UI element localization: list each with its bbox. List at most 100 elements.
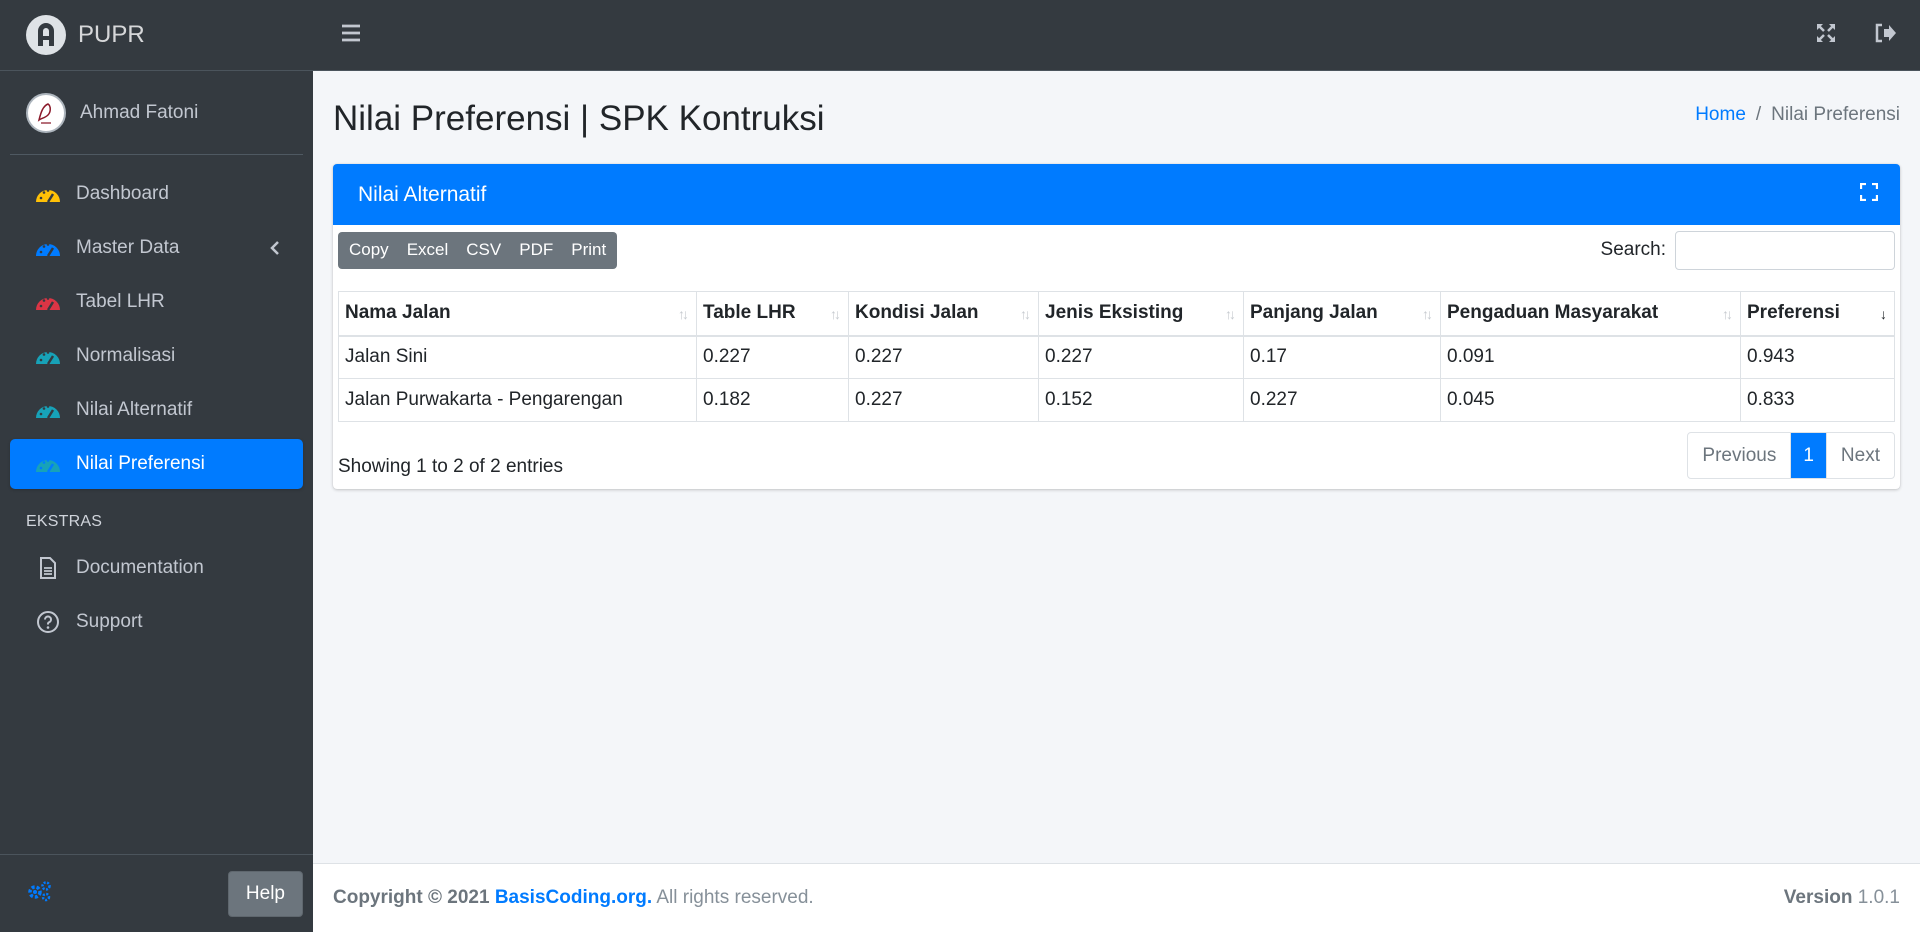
sort-icon: ↑↓ xyxy=(678,306,689,322)
excel-button[interactable]: Excel xyxy=(398,240,458,260)
sidebar-item-label: Support xyxy=(76,611,143,632)
cell-panjang-jalan: 0.227 xyxy=(1243,378,1441,422)
sidebar-item-tabel-lhr[interactable]: Tabel LHR xyxy=(10,277,303,327)
cell-table-lhr: 0.227 xyxy=(696,335,849,379)
rights-text: All rights reserved. xyxy=(656,887,814,908)
sidebar-item-nilai-preferensi[interactable]: Nilai Preferensi xyxy=(10,439,303,489)
table-info: Showing 1 to 2 of 2 entries xyxy=(338,455,563,477)
logout-icon[interactable] xyxy=(1874,23,1896,48)
nilai-alternatif-gauge-icon xyxy=(34,398,62,422)
sidebar-item-label: Master Data xyxy=(76,237,180,258)
copyright-text: Copyright © 2021 BasisCoding.org. All ri… xyxy=(333,887,814,909)
column-header-panjang-jalan[interactable]: Panjang Jalan ↑↓ xyxy=(1243,291,1441,337)
main-sidebar: PUPR Ahmad Fatoni Dashboard Master Data xyxy=(0,0,313,932)
breadcrumb: Home / Nilai Preferensi xyxy=(1695,104,1900,126)
print-button[interactable]: Print xyxy=(562,240,615,260)
cell-jenis-eksisting: 0.227 xyxy=(1038,335,1244,379)
cell-nama-jalan: Jalan Sini xyxy=(338,335,697,379)
csv-button[interactable]: CSV xyxy=(457,240,510,260)
nilai-alternatif-card: Nilai Alternatif Copy Excel CSV PDF Prin… xyxy=(333,164,1900,489)
copyright-label: Copyright © 2021 xyxy=(333,887,490,908)
master-data-gauge-icon xyxy=(34,236,62,260)
sidebar-item-support[interactable]: Support xyxy=(10,597,303,647)
next-page-button[interactable]: Next xyxy=(1825,433,1894,478)
sidebar-item-normalisasi[interactable]: Normalisasi xyxy=(10,331,303,381)
cell-preferensi: 0.943 xyxy=(1740,335,1895,379)
sort-icon: ↑↓ xyxy=(1020,306,1031,322)
sidebar-section-header: EKSTRAS xyxy=(26,513,103,530)
chevron-left-icon xyxy=(269,240,281,262)
card-maximize-icon[interactable] xyxy=(1859,182,1879,207)
card-header: Nilai Alternatif xyxy=(333,164,1900,225)
sort-icon: ↑↓ xyxy=(1722,306,1733,322)
dashboard-gauge-icon xyxy=(34,182,62,206)
sidebar-item-label: Normalisasi xyxy=(76,345,176,366)
cell-pengaduan-masyarakat: 0.045 xyxy=(1440,378,1741,422)
content-header: Nilai Preferensi | SPK Kontruksi Home / … xyxy=(333,71,1900,162)
brand-link[interactable]: PUPR xyxy=(0,0,313,71)
sidebar-item-dashboard[interactable]: Dashboard xyxy=(10,169,303,219)
fullscreen-icon[interactable] xyxy=(1816,23,1836,48)
cell-kondisi-jalan: 0.227 xyxy=(848,378,1039,422)
column-header-kondisi-jalan[interactable]: Kondisi Jalan ↑↓ xyxy=(848,291,1039,337)
normalisasi-gauge-icon xyxy=(34,344,62,368)
card-body: Copy Excel CSV PDF Print Search: Nama Ja… xyxy=(333,225,1900,489)
column-header-table-lhr[interactable]: Table LHR ↑↓ xyxy=(696,291,849,337)
cell-pengaduan-masyarakat: 0.091 xyxy=(1440,335,1741,379)
search-label: Search: xyxy=(1600,239,1666,260)
search-input[interactable] xyxy=(1675,230,1895,270)
tabel-lhr-gauge-icon xyxy=(34,290,62,314)
pdf-button[interactable]: PDF xyxy=(510,240,562,260)
question-circle-icon xyxy=(34,610,62,634)
version-number: 1.0.1 xyxy=(1857,887,1900,908)
previous-page-button[interactable]: Previous xyxy=(1688,433,1792,478)
cell-panjang-jalan: 0.17 xyxy=(1243,335,1441,379)
column-header-label: Table LHR xyxy=(703,302,796,324)
sidebar-nav: Dashboard Master Data Tabel LHR Normalis… xyxy=(0,155,313,647)
table-header-row: Nama Jalan ↑↓ Table LHR ↑↓ Kondisi Jalan ↑↓… xyxy=(338,291,1895,337)
sidebar-item-label: Nilai Alternatif xyxy=(76,399,193,420)
top-navbar xyxy=(313,0,1920,71)
column-header-preferensi[interactable]: Preferensi ↓ xyxy=(1740,291,1895,337)
breadcrumb-current: Nilai Preferensi xyxy=(1771,103,1900,125)
pagination: Previous 1 Next xyxy=(1687,432,1895,479)
column-header-label: Kondisi Jalan xyxy=(855,302,979,324)
cell-preferensi: 0.833 xyxy=(1740,378,1895,422)
sort-icon: ↑↓ xyxy=(830,306,841,322)
copy-button[interactable]: Copy xyxy=(340,240,398,260)
sidebar-item-master-data[interactable]: Master Data xyxy=(10,223,303,273)
cell-table-lhr: 0.182 xyxy=(696,378,849,422)
nilai-preferensi-gauge-icon xyxy=(34,452,62,476)
cell-jenis-eksisting: 0.152 xyxy=(1038,378,1244,422)
cell-nama-jalan: Jalan Purwakarta - Pengarengan xyxy=(338,378,697,422)
table-row: Jalan Sini 0.227 0.227 0.227 0.17 0.091 … xyxy=(338,335,1895,379)
table-row: Jalan Purwakarta - Pengarengan 0.182 0.2… xyxy=(338,378,1895,422)
menu-toggle-icon[interactable] xyxy=(341,24,361,47)
sort-desc-icon: ↓ xyxy=(1880,306,1887,322)
column-header-label: Pengaduan Masyarakat xyxy=(1447,302,1659,324)
column-header-label: Jenis Eksisting xyxy=(1045,302,1184,324)
sidebar-item-documentation[interactable]: Documentation xyxy=(10,543,303,593)
version-info: Version 1.0.1 xyxy=(1784,887,1900,909)
file-icon xyxy=(34,556,62,580)
table-toolbar: Copy Excel CSV PDF Print Search: xyxy=(338,230,1895,270)
help-button[interactable]: Help xyxy=(227,870,303,917)
column-header-nama-jalan[interactable]: Nama Jalan ↑↓ xyxy=(338,291,697,337)
cogs-icon[interactable] xyxy=(26,880,52,907)
table-footer: Showing 1 to 2 of 2 entries Previous 1 N… xyxy=(338,432,1895,479)
user-panel[interactable]: Ahmad Fatoni xyxy=(10,71,303,155)
sort-icon: ↑↓ xyxy=(1422,306,1433,322)
sidebar-item-nilai-alternatif[interactable]: Nilai Alternatif xyxy=(10,385,303,435)
sidebar-bottom: Help xyxy=(0,854,313,932)
avatar xyxy=(26,92,66,133)
site-link[interactable]: BasisCoding.org. xyxy=(495,887,652,908)
main-footer: Copyright © 2021 BasisCoding.org. All ri… xyxy=(313,863,1920,932)
column-header-jenis-eksisting[interactable]: Jenis Eksisting ↑↓ xyxy=(1038,291,1244,337)
card-title: Nilai Alternatif xyxy=(358,182,487,206)
page-1-button[interactable]: 1 xyxy=(1791,433,1826,478)
column-header-label: Preferensi xyxy=(1747,302,1840,324)
sidebar-item-label: Nilai Preferensi xyxy=(76,453,205,474)
column-header-label: Nama Jalan xyxy=(345,302,451,324)
breadcrumb-home-link[interactable]: Home xyxy=(1695,104,1746,126)
column-header-pengaduan-masyarakat[interactable]: Pengaduan Masyarakat ↑↓ xyxy=(1440,291,1741,337)
